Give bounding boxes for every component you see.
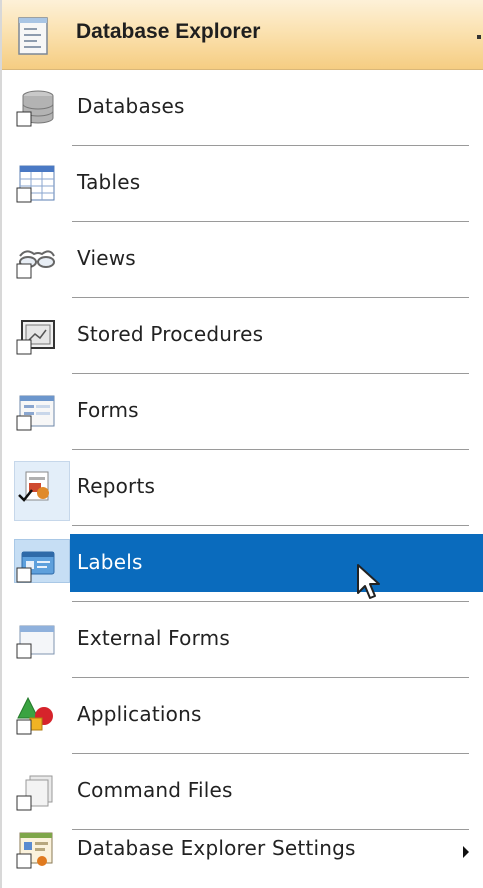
menu-item-label: Applications bbox=[77, 702, 202, 726]
menu-item-external-forms[interactable]: External Forms bbox=[2, 602, 483, 678]
header-title: Database Explorer bbox=[76, 20, 261, 43]
menu-item-databases[interactable]: Databases bbox=[2, 70, 483, 146]
external-form-icon bbox=[16, 625, 55, 659]
menu-item-label: Databases bbox=[77, 94, 185, 118]
settings-window-icon bbox=[16, 832, 53, 869]
menu-header[interactable]: Database Explorer bbox=[2, 0, 483, 70]
shapes-icon bbox=[16, 696, 53, 735]
submenu-arrow-icon bbox=[463, 846, 469, 858]
table-grid-icon bbox=[16, 165, 55, 203]
menu-item-database-explorer-settings[interactable]: Database Explorer Settings bbox=[2, 812, 483, 888]
database-stack-icon bbox=[16, 90, 54, 127]
mouse-cursor-icon bbox=[357, 564, 380, 599]
menu-item-tables[interactable]: Tables bbox=[2, 146, 483, 222]
menu-item-labels[interactable]: Labels bbox=[2, 526, 483, 602]
database-explorer-menu: Database Explorer Databases Tables Views… bbox=[0, 0, 483, 888]
menu-item-label: External Forms bbox=[77, 626, 230, 650]
menu-item-label: Labels bbox=[77, 550, 143, 574]
menu-item-stored-procedures[interactable]: Stored Procedures bbox=[2, 298, 483, 374]
monitor-window-icon bbox=[16, 320, 55, 355]
menu-item-label: Reports bbox=[77, 474, 156, 498]
glasses-icon bbox=[16, 250, 55, 279]
menu-item-label: Views bbox=[77, 246, 136, 270]
report-icon bbox=[18, 471, 49, 502]
menu-item-applications[interactable]: Applications bbox=[2, 678, 483, 754]
label-card-icon bbox=[16, 551, 55, 583]
document-list-icon bbox=[18, 17, 48, 55]
files-stack-icon bbox=[16, 775, 53, 811]
menu-item-label: Tables bbox=[77, 170, 141, 194]
menu-item-label: Command Files bbox=[77, 778, 233, 802]
menu-item-forms[interactable]: Forms bbox=[2, 374, 483, 450]
menu-item-reports[interactable]: Reports bbox=[2, 450, 483, 526]
menu-item-label: Database Explorer Settings bbox=[77, 836, 356, 860]
header-dropdown-icon[interactable] bbox=[477, 35, 481, 39]
form-window-icon bbox=[16, 395, 55, 431]
menu-item-views[interactable]: Views bbox=[2, 222, 483, 298]
menu-item-label: Stored Procedures bbox=[77, 322, 264, 346]
menu-item-label: Forms bbox=[77, 398, 139, 422]
